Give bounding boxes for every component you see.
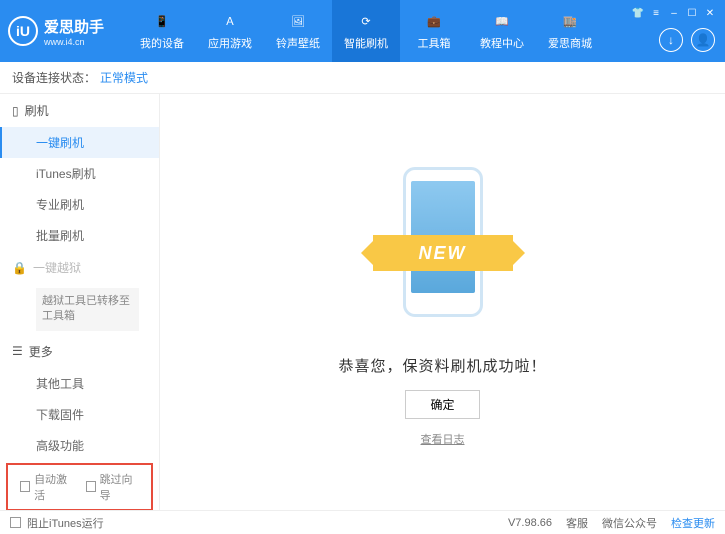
close-icon[interactable]: ✕ (703, 6, 717, 20)
nav-store[interactable]: 🏬爱思商城 (536, 0, 604, 62)
toolbox-icon: 💼 (424, 11, 444, 31)
image-icon: 🖼 (288, 11, 308, 31)
nav-my-device[interactable]: 📱我的设备 (128, 0, 196, 62)
phone-icon: ▯ (12, 104, 19, 118)
status-value: 正常模式 (100, 69, 148, 86)
book-icon: 📖 (492, 11, 512, 31)
download-button[interactable]: ↓ (659, 28, 683, 52)
phone-icon: 📱 (152, 11, 172, 31)
sidebar-item-oneclick-flash[interactable]: 一键刷机 (0, 127, 159, 158)
list-icon: ☰ (12, 344, 23, 358)
status-label: 设备连接状态： (12, 69, 96, 86)
refresh-icon: ⟳ (356, 11, 376, 31)
sidebar-item-batch-flash[interactable]: 批量刷机 (0, 220, 159, 251)
status-bar: 设备连接状态： 正常模式 (0, 62, 725, 94)
app-url: www.i4.cn (44, 37, 104, 47)
maximize-icon[interactable]: ☐ (685, 6, 699, 20)
apps-icon: Ａ (220, 11, 240, 31)
checkbox-auto-activate[interactable]: 自动激活 (20, 471, 74, 503)
nav-smart-flash[interactable]: ⟳智能刷机 (332, 0, 400, 62)
checkbox-block-itunes[interactable] (10, 517, 21, 528)
sidebar-item-pro-flash[interactable]: 专业刷机 (0, 189, 159, 220)
menu-icon[interactable]: ≡ (649, 6, 663, 20)
main-panel: NEW 恭喜您，保资料刷机成功啦！ 确定 查看日志 (160, 94, 725, 510)
nav-ringtones[interactable]: 🖼铃声壁纸 (264, 0, 332, 62)
sidebar-item-advanced[interactable]: 高级功能 (0, 430, 159, 461)
new-badge: NEW (373, 235, 513, 271)
lock-icon: 🔒 (12, 261, 27, 275)
nav-tutorials[interactable]: 📖教程中心 (468, 0, 536, 62)
sidebar-item-itunes-flash[interactable]: iTunes刷机 (0, 158, 159, 189)
app-title: 爱思助手 (44, 16, 104, 37)
main-nav: 📱我的设备 Ａ应用游戏 🖼铃声壁纸 ⟳智能刷机 💼工具箱 📖教程中心 🏬爱思商城 (128, 0, 604, 62)
sidebar-group-more[interactable]: ☰更多 (0, 335, 159, 368)
header-bar: iU 爱思助手 www.i4.cn 📱我的设备 Ａ应用游戏 🖼铃声壁纸 ⟳智能刷… (0, 0, 725, 62)
nav-apps-games[interactable]: Ａ应用游戏 (196, 0, 264, 62)
footer-support[interactable]: 客服 (566, 515, 588, 531)
skin-icon[interactable]: 👕 (631, 6, 645, 20)
sidebar-item-download-firmware[interactable]: 下载固件 (0, 399, 159, 430)
footer-wechat[interactable]: 微信公众号 (602, 515, 657, 531)
sidebar: ▯刷机 一键刷机 iTunes刷机 专业刷机 批量刷机 🔒一键越狱 越狱工具已转… (0, 94, 160, 510)
success-illustration: NEW (373, 157, 513, 337)
block-itunes-label: 阻止iTunes运行 (27, 515, 104, 531)
sidebar-group-jailbreak: 🔒一键越狱 (0, 251, 159, 284)
success-message: 恭喜您，保资料刷机成功啦！ (338, 355, 546, 376)
view-log-link[interactable]: 查看日志 (421, 431, 465, 447)
sidebar-group-flash[interactable]: ▯刷机 (0, 94, 159, 127)
store-icon: 🏬 (560, 11, 580, 31)
logo-icon: iU (8, 16, 38, 46)
sidebar-item-other-tools[interactable]: 其他工具 (0, 368, 159, 399)
nav-toolbox[interactable]: 💼工具箱 (400, 0, 468, 62)
confirm-button[interactable]: 确定 (405, 390, 479, 419)
activation-options: 自动激活 跳过向导 (6, 463, 153, 510)
footer-bar: 阻止iTunes运行 V7.98.66 客服 微信公众号 检查更新 (0, 510, 725, 534)
minimize-icon[interactable]: – (667, 6, 681, 20)
checkbox-skip-guide[interactable]: 跳过向导 (86, 471, 140, 503)
user-button[interactable]: 👤 (691, 28, 715, 52)
footer-update[interactable]: 检查更新 (671, 515, 715, 531)
jailbreak-note: 越狱工具已转移至工具箱 (36, 288, 139, 331)
logo-area: iU 爱思助手 www.i4.cn (8, 16, 128, 47)
window-controls: 👕 ≡ – ☐ ✕ (631, 6, 717, 20)
